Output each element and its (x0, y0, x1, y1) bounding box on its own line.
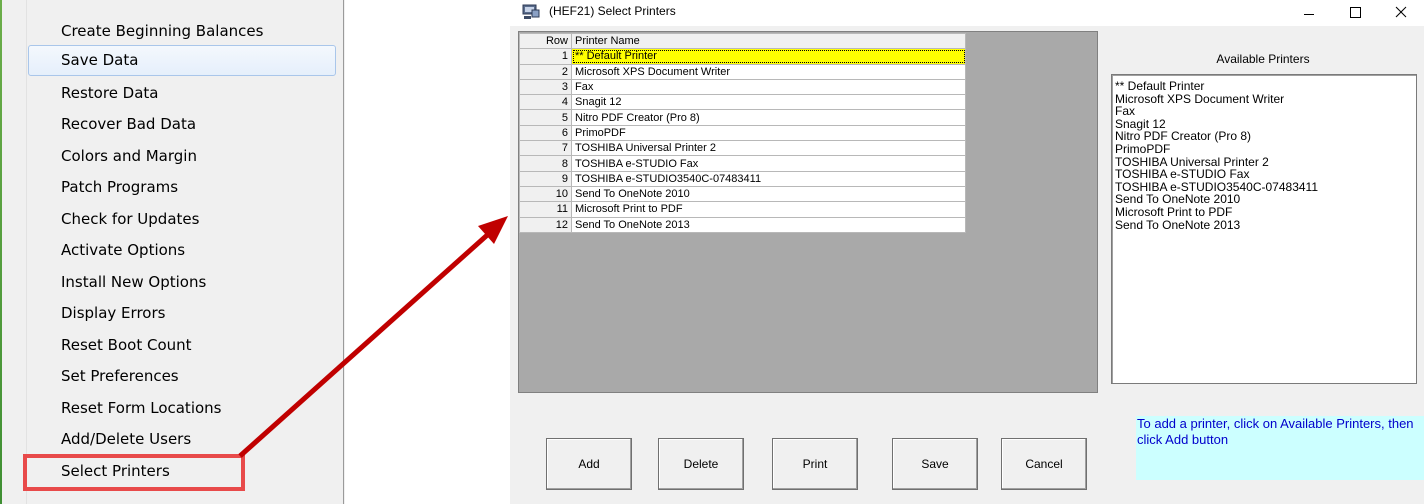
app-icon (522, 4, 540, 19)
grid-row[interactable]: 2 Microsoft XPS Document Writer (519, 63, 966, 80)
title-bar[interactable]: (HEF21) Select Printers (510, 0, 1424, 26)
available-printer-item[interactable]: Microsoft Print to PDF (1115, 206, 1416, 219)
grid-row[interactable]: 1 ** Default Printer (519, 48, 966, 65)
grid-row[interactable]: 6 PrimoPDF (519, 124, 966, 142)
save-button[interactable]: Save (892, 438, 978, 490)
printer-grid[interactable]: Row Printer Name 1 ** Default Printer 2 Mic… (519, 32, 966, 233)
menu-item-save-data[interactable]: Save Data (28, 45, 336, 76)
grid-row[interactable]: 11 Microsoft Print to PDF (519, 201, 966, 218)
available-printers-label: Available Printers (1216, 52, 1310, 66)
available-printer-item[interactable]: Microsoft XPS Document Writer (1115, 92, 1416, 106)
grid-printer-name-cell[interactable]: Send To OneNote 2013 (571, 216, 966, 233)
grid-printer-name-cell[interactable]: Microsoft Print to PDF (571, 201, 966, 218)
grid-printer-name-cell[interactable]: Fax (571, 78, 966, 96)
grid-printer-name-cell[interactable]: Nitro PDF Creator (Pro 8) (571, 109, 966, 126)
menu-item-create-beginning-balances[interactable]: Create Beginning Balances (28, 16, 336, 47)
menu-item-select-printers[interactable]: Select Printers (28, 456, 336, 487)
maximize-icon[interactable] (1337, 0, 1373, 26)
grid-row[interactable]: 9 TOSHIBA e-STUDIO3540C-07483411 (519, 170, 966, 187)
grid-row[interactable]: 8 TOSHIBA e-STUDIO Fax (519, 155, 966, 172)
menu-item-patch-programs[interactable]: Patch Programs (28, 172, 336, 203)
add-button[interactable]: Add (546, 438, 632, 490)
grid-printer-name-cell[interactable]: Send To OneNote 2010 (571, 185, 966, 203)
window-edge (0, 0, 2, 504)
menu-item-restore-data[interactable]: Restore Data (28, 78, 336, 109)
grid-printer-name-cell[interactable]: PrimoPDF (571, 124, 966, 142)
menu-item-reset-boot-count[interactable]: Reset Boot Count (28, 330, 336, 361)
dialog-title: (HEF21) Select Printers (549, 4, 676, 18)
grid-header-row: Row Printer Name (519, 32, 966, 50)
grid-printer-name-cell[interactable]: ** Default Printer (571, 48, 966, 65)
grid-row-number: 2 (519, 63, 572, 80)
grid-header-row-col: Row (519, 32, 572, 50)
menu-border (343, 0, 344, 504)
available-printer-item[interactable]: Send To OneNote 2013 (1115, 218, 1416, 232)
cancel-button[interactable]: Cancel (1001, 438, 1087, 490)
menu-item-add-delete-users[interactable]: Add/Delete Users (28, 424, 336, 455)
grid-printer-name-cell[interactable]: TOSHIBA e-STUDIO Fax (571, 155, 966, 172)
menu-item-reset-form-locations[interactable]: Reset Form Locations (28, 393, 336, 424)
menu-item-display-errors[interactable]: Display Errors (28, 298, 336, 329)
available-printer-item[interactable]: Fax (1115, 105, 1416, 118)
available-printer-item[interactable]: PrimoPDF (1115, 143, 1416, 156)
grid-row[interactable]: 3 Fax (519, 78, 966, 96)
delete-button[interactable]: Delete (658, 438, 744, 490)
context-menu: Create Beginning Balances Save Data Rest… (0, 0, 345, 504)
grid-row-number: 3 (519, 78, 572, 96)
print-button[interactable]: Print (772, 438, 858, 490)
available-printers-list[interactable]: ** Default Printer Microsoft XPS Document… (1111, 74, 1417, 384)
menu-item-set-preferences[interactable]: Set Preferences (28, 361, 336, 392)
grid-row-number: 11 (519, 201, 572, 218)
menu-item-check-for-updates[interactable]: Check for Updates (28, 204, 336, 235)
minimize-icon[interactable] (1291, 0, 1327, 26)
grid-row[interactable]: 12 Send To OneNote 2013 (519, 216, 966, 233)
grid-row[interactable]: 5 Nitro PDF Creator (Pro 8) (519, 109, 966, 126)
grid-row-number: 12 (519, 216, 572, 233)
close-icon[interactable] (1383, 0, 1419, 26)
grid-header-name-col: Printer Name (571, 32, 966, 50)
available-printer-item[interactable]: ** Default Printer (1115, 80, 1416, 93)
menu-item-install-new-options[interactable]: Install New Options (28, 267, 336, 298)
menu-item-colors-and-margin[interactable]: Colors and Margin (28, 141, 336, 172)
menu-item-recover-bad-data[interactable]: Recover Bad Data (28, 109, 336, 140)
grid-row-number: 7 (519, 140, 572, 157)
grid-row-number: 10 (519, 185, 572, 203)
grid-printer-name-cell[interactable]: Snagit 12 (571, 94, 966, 111)
grid-row[interactable]: 4 Snagit 12 (519, 94, 966, 111)
grid-row-number: 5 (519, 109, 572, 126)
grid-row-number: 1 (519, 48, 572, 65)
grid-row-number: 6 (519, 124, 572, 142)
menu-icon-gutter (26, 0, 27, 504)
hint-text: To add a printer, click on Available Pri… (1136, 416, 1424, 480)
available-printer-item[interactable]: TOSHIBA e-STUDIO Fax (1115, 168, 1416, 181)
select-printers-dialog: (HEF21) Select Printers Row Printer Name… (510, 0, 1424, 504)
menu-item-activate-options[interactable]: Activate Options (28, 235, 336, 266)
grid-row-number: 9 (519, 170, 572, 187)
grid-printer-name-cell[interactable]: TOSHIBA Universal Printer 2 (571, 140, 966, 157)
grid-row[interactable]: 7 TOSHIBA Universal Printer 2 (519, 140, 966, 157)
grid-row[interactable]: 10 Send To OneNote 2010 (519, 185, 966, 203)
grid-printer-name-cell[interactable]: Microsoft XPS Document Writer (571, 63, 966, 80)
grid-row-number: 8 (519, 155, 572, 172)
grid-row-number: 4 (519, 94, 572, 111)
grid-printer-name-cell[interactable]: TOSHIBA e-STUDIO3540C-07483411 (571, 170, 966, 187)
